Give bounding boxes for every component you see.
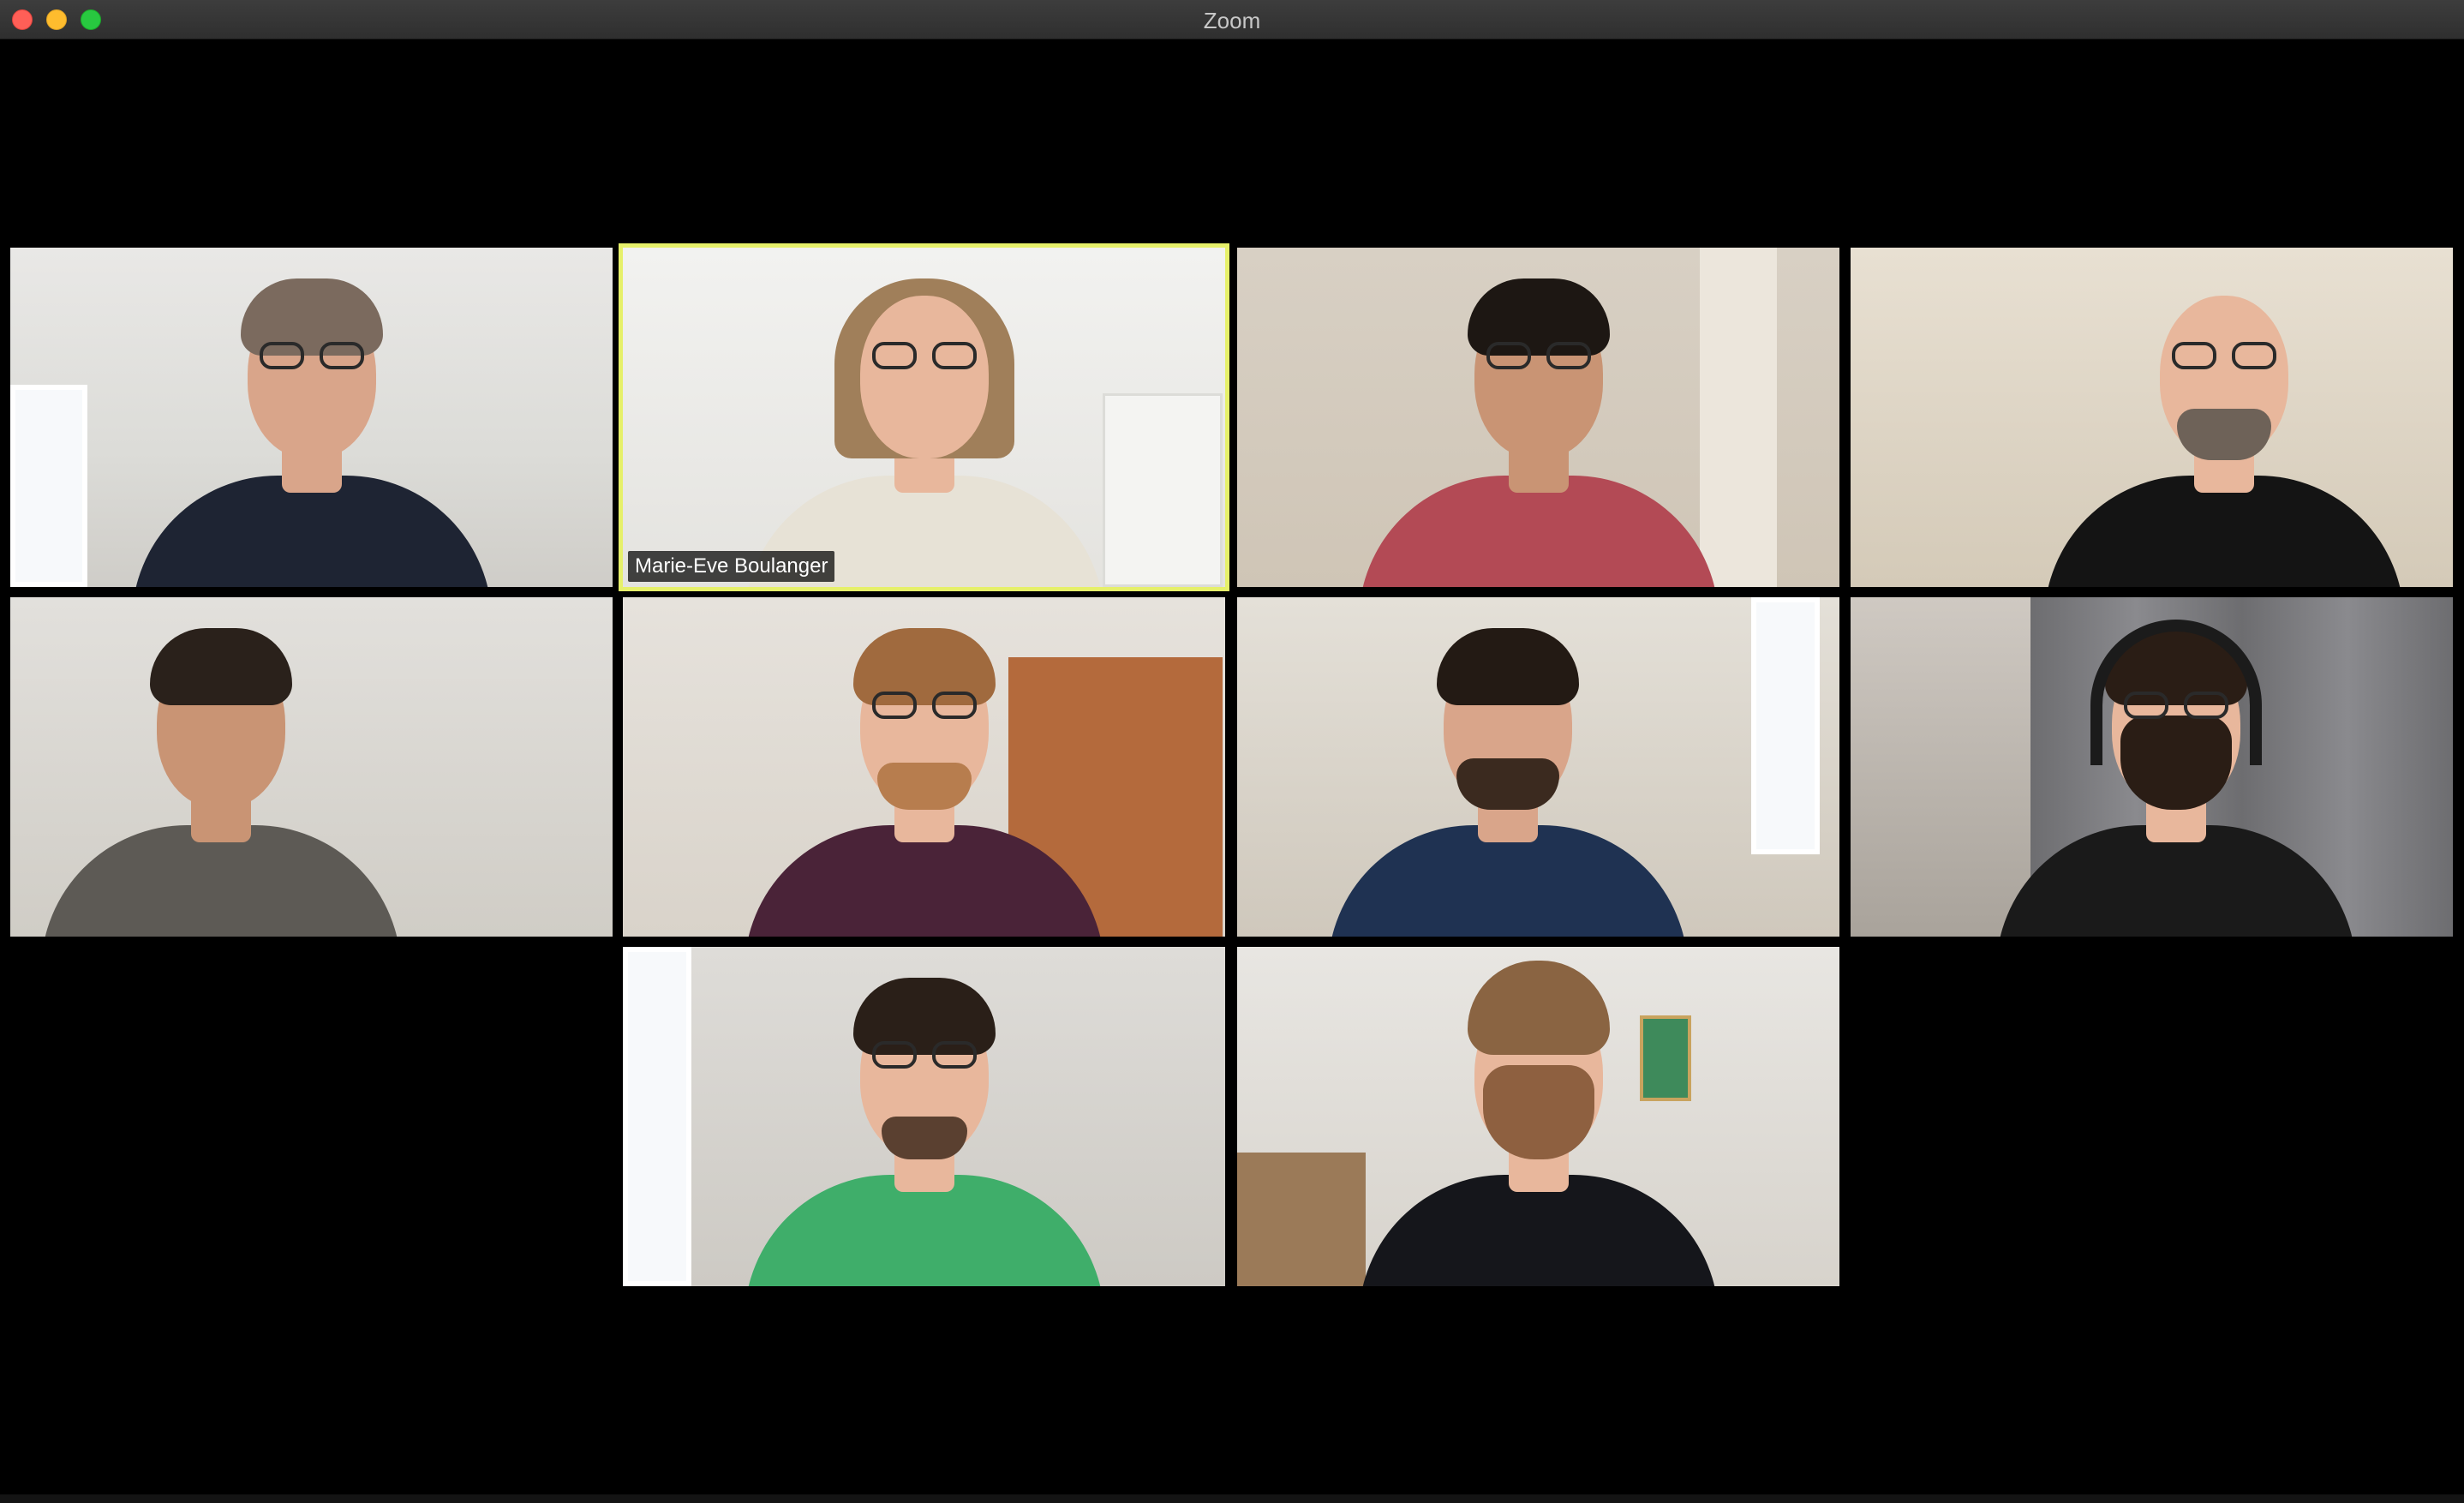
participant-figure [1995, 620, 2356, 937]
participant-figure [1328, 628, 1689, 937]
participant-figure [1358, 961, 1719, 1286]
room-shelf [1237, 1153, 1366, 1286]
participant-video-tile[interactable] [623, 947, 1225, 1286]
gallery-view: Marie-Eve Boulanger [0, 39, 2464, 1503]
participant-video-tile[interactable] [623, 597, 1225, 937]
title-bar: Zoom [0, 0, 2464, 39]
bottom-edge [0, 1494, 2464, 1503]
room-door [1103, 393, 1223, 587]
participant-video-tile[interactable] [1237, 597, 1839, 937]
room-window [623, 947, 691, 1286]
participant-video-tile[interactable] [1237, 947, 1839, 1286]
participant-figure [131, 278, 492, 587]
room-window [10, 385, 87, 587]
participant-figure [744, 628, 1104, 937]
room-window [1751, 597, 1820, 854]
participant-video-tile-active-speaker[interactable]: Marie-Eve Boulanger [619, 243, 1229, 591]
participant-video-tile[interactable] [10, 597, 613, 937]
participant-video-tile[interactable] [10, 248, 613, 587]
participant-video-tile[interactable] [1237, 248, 1839, 587]
participant-figure [1358, 278, 1719, 587]
participant-video-tile[interactable] [1851, 248, 2453, 587]
participant-figure [744, 278, 1104, 587]
participant-figure [41, 628, 402, 937]
window-title: Zoom [1203, 8, 1261, 33]
participant-figure [2043, 278, 2404, 587]
participant-video-tile[interactable] [1851, 597, 2453, 937]
participant-name-label: Marie-Eve Boulanger [628, 551, 835, 582]
participant-figure [744, 978, 1104, 1286]
